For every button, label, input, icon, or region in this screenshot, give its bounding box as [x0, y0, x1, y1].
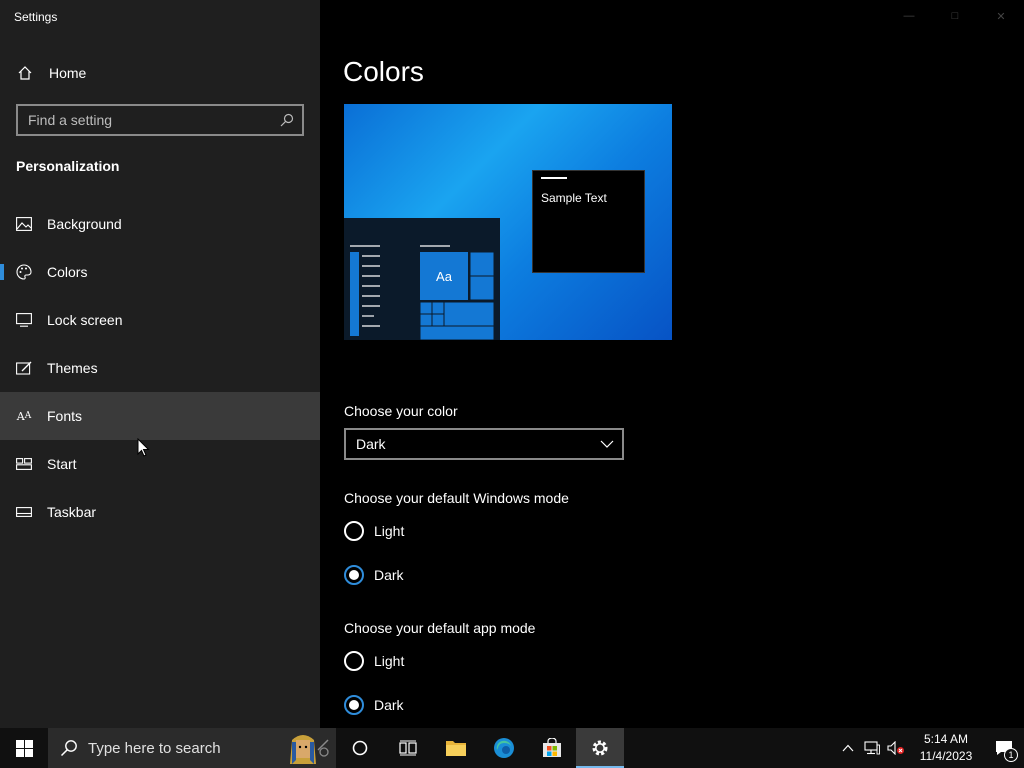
minimize-button[interactable]: —: [886, 0, 932, 32]
sidebar-item-label: Start: [47, 456, 77, 472]
radio-circle[interactable]: [344, 695, 364, 715]
clock[interactable]: 5:14 AM 11/4/2023: [908, 731, 984, 765]
windows-mode-dark-radio[interactable]: Dark: [344, 564, 404, 586]
page-title: Colors: [343, 56, 424, 87]
sidebar-item-colors[interactable]: Colors: [0, 248, 320, 296]
cortana-icon: [352, 740, 368, 756]
preview-sample-window: Sample Text: [532, 170, 645, 273]
store-button[interactable]: [528, 728, 576, 768]
preview-title-bar: [541, 177, 567, 179]
search-highlight-image: [290, 735, 329, 764]
network-button[interactable]: [860, 728, 884, 768]
show-hidden-icons-button[interactable]: [836, 728, 860, 768]
themes-icon: [16, 360, 32, 376]
radio-label: Light: [374, 653, 405, 669]
network-icon: [864, 741, 880, 755]
window-title: Settings: [14, 10, 58, 24]
color-preview: Aa Sample Text: [344, 104, 672, 340]
sidebar-item-label: Background: [47, 216, 122, 232]
radio-label: Dark: [374, 697, 404, 713]
action-center-button[interactable]: 1: [984, 728, 1024, 768]
home-icon: [18, 66, 32, 80]
window-controls: — □ ✕: [886, 0, 1024, 32]
app-mode-dark-radio[interactable]: Dark: [344, 694, 404, 716]
preview-sample-text: Sample Text: [541, 191, 607, 205]
taskbar-icon: [16, 504, 32, 520]
close-button[interactable]: ✕: [978, 0, 1024, 32]
sidebar-item-home[interactable]: Home: [0, 56, 320, 90]
edge-icon: [494, 738, 514, 758]
chevron-up-icon: [842, 744, 854, 752]
radio-label: Dark: [374, 567, 404, 583]
search-icon[interactable]: [280, 113, 294, 127]
maximize-button[interactable]: □: [932, 0, 978, 32]
store-icon: [543, 738, 561, 757]
cortana-button[interactable]: [336, 728, 384, 768]
search-icon: [60, 740, 77, 757]
taskbar-search-placeholder: Type here to search: [88, 739, 221, 757]
edge-button[interactable]: [480, 728, 528, 768]
windows-mode-label: Choose your default Windows mode: [344, 490, 569, 506]
folder-icon: [446, 741, 466, 756]
radio-circle[interactable]: [344, 651, 364, 671]
sidebar-item-fonts[interactable]: AA Fonts: [0, 392, 320, 440]
radio-label: Light: [374, 523, 405, 539]
fonts-icon: AA: [16, 409, 32, 423]
taskbar-search[interactable]: Type here to search: [48, 728, 336, 768]
sidebar: Settings Home Personalization Background…: [0, 0, 320, 728]
color-dropdown[interactable]: Dark: [344, 428, 624, 460]
sidebar-item-label: Lock screen: [47, 312, 123, 328]
home-label: Home: [49, 65, 87, 81]
sidebar-nav: Background Colors Lock screen Themes AA …: [0, 200, 320, 536]
mouse-cursor-icon: [137, 438, 150, 457]
windows-logo-icon: [15, 739, 33, 757]
task-view-button[interactable]: [384, 728, 432, 768]
lock-screen-icon: [16, 312, 32, 328]
radio-circle[interactable]: [344, 521, 364, 541]
search-input[interactable]: [18, 112, 280, 128]
volume-muted-icon: [887, 741, 904, 755]
find-setting-search[interactable]: [16, 104, 304, 136]
gear-icon: [592, 740, 608, 756]
color-dropdown-value: Dark: [356, 436, 386, 452]
sidebar-item-taskbar[interactable]: Taskbar: [0, 488, 320, 536]
chevron-down-icon: [600, 440, 614, 448]
system-tray: 5:14 AM 11/4/2023 1: [836, 728, 1024, 768]
palette-icon: [16, 264, 32, 280]
taskbar: Type here to search 5:14 AM 11/4/2023 1: [0, 728, 1024, 768]
section-title: Personalization: [16, 158, 120, 174]
app-mode-label: Choose your default app mode: [344, 620, 536, 636]
preview-tile: Aa: [420, 252, 468, 300]
sidebar-item-label: Fonts: [47, 408, 83, 424]
sidebar-item-label: Taskbar: [47, 504, 97, 520]
clock-date: 11/4/2023: [919, 749, 973, 763]
notification-count-badge: 1: [1004, 748, 1018, 762]
sidebar-item-start[interactable]: Start: [0, 440, 320, 488]
choose-color-label: Choose your color: [344, 403, 458, 419]
sidebar-item-label: Themes: [47, 360, 98, 376]
clock-time: 5:14 AM: [923, 732, 969, 746]
app-mode-light-radio[interactable]: Light: [344, 650, 404, 672]
sidebar-item-lock-screen[interactable]: Lock screen: [0, 296, 320, 344]
start-icon: [16, 456, 32, 472]
volume-button[interactable]: [884, 728, 908, 768]
sidebar-item-themes[interactable]: Themes: [0, 344, 320, 392]
settings-taskbar-button[interactable]: [576, 728, 624, 768]
task-view-icon: [399, 740, 417, 756]
main-content: — □ ✕ Colors Aa Sample Text Choose your …: [320, 0, 1024, 728]
file-explorer-button[interactable]: [432, 728, 480, 768]
sidebar-item-background[interactable]: Background: [0, 200, 320, 248]
start-button[interactable]: [0, 728, 48, 768]
radio-circle[interactable]: [344, 565, 364, 585]
windows-mode-light-radio[interactable]: Light: [344, 520, 404, 542]
preview-start-menu: Aa: [344, 218, 500, 340]
sidebar-item-label: Colors: [47, 264, 88, 280]
image-icon: [16, 216, 32, 232]
